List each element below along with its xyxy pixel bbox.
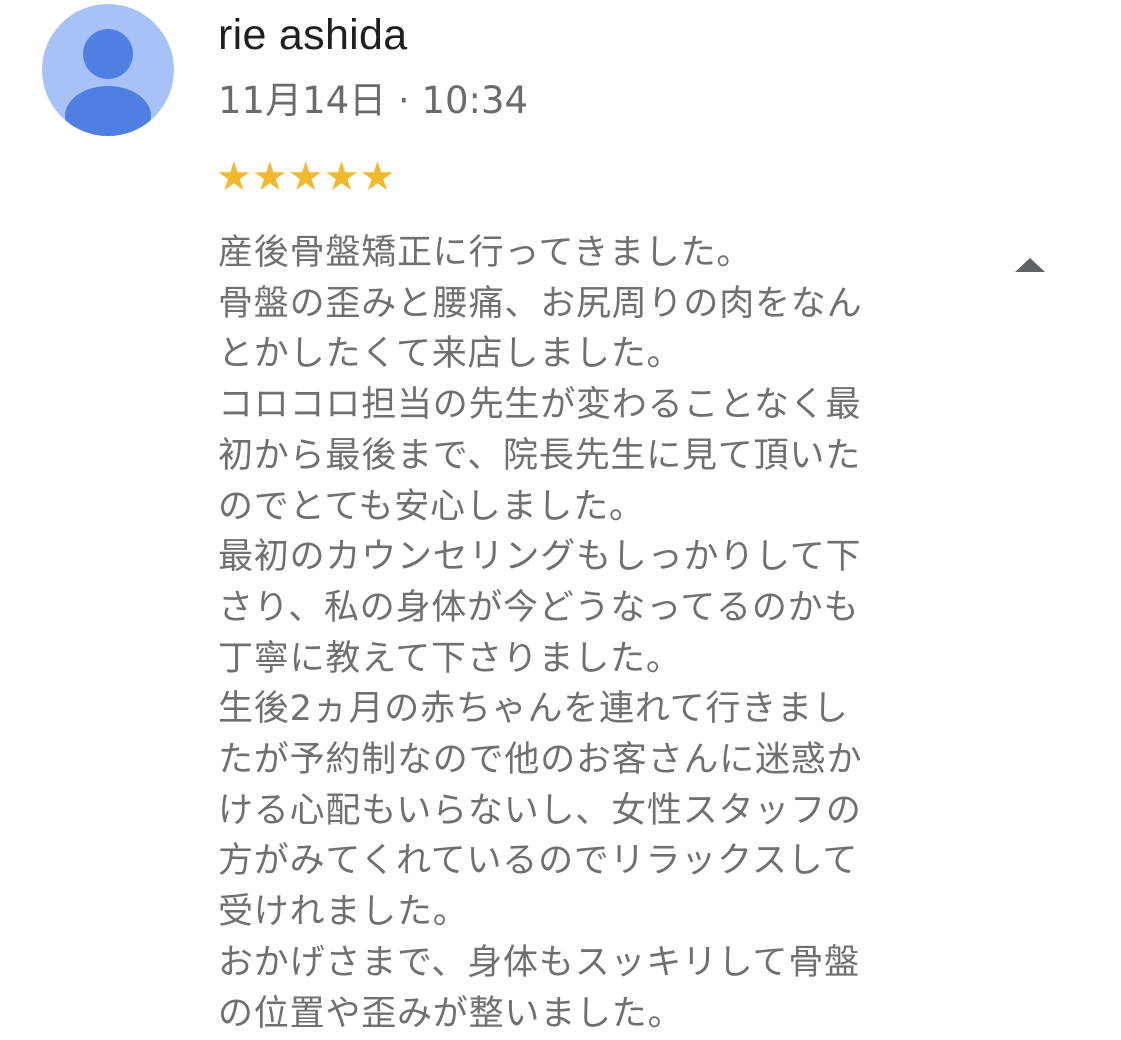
reviewer-avatar[interactable] [42, 4, 174, 136]
review-text-line: のでとても安心しました。 [218, 486, 645, 527]
star-icon: ★ [359, 154, 396, 200]
review-text-line: 骨盤の歪みと腰痛、お尻周りの肉をなん [218, 283, 863, 324]
review-text-line: 方がみてくれているのでリラックスして [218, 841, 859, 882]
review-text-line: さり、私の身体が今どうなってるのかも [218, 587, 860, 628]
review-date: 11月14日 · 10:34 [218, 79, 529, 122]
triangle-up-icon [1015, 258, 1045, 272]
star-rating: ★ ★ ★ ★ ★ [216, 152, 395, 202]
star-icon: ★ [251, 154, 288, 200]
default-person-avatar-icon [65, 29, 151, 136]
review-text-line: たが予約制なので他のお客さんに迷惑か [218, 740, 863, 781]
review-text-line: 産後骨盤矯正に行ってきました。 [218, 233, 753, 273]
reviewer-name[interactable]: rie ashida [218, 8, 407, 62]
review-text-line: 丁寧に教えて下さりました。 [218, 638, 682, 679]
review-text-line: コロコロ担当の先生が変わることなく最 [218, 385, 862, 426]
review-text-line: とかしたくて来店しました。 [218, 334, 683, 375]
review-text-line: 初から最後まで、院長先生に見て頂いた [218, 435, 862, 476]
star-icon: ★ [323, 154, 360, 200]
review-text-line: 生後2ヵ月の赤ちゃんを連れて行きまし [218, 689, 849, 730]
review-text-line: おかげさまで、身体もスッキリして骨盤 [218, 942, 860, 983]
star-icon: ★ [287, 154, 324, 200]
review-text-line: ける心配もいらないし、女性スタッフの [218, 790, 862, 831]
review-text-line: 最初のカウンセリングもしっかりして下 [218, 537, 862, 578]
review-text-line: の位置や歪みが整いました。 [218, 993, 684, 1034]
review-text-line: 受けれました。 [218, 892, 469, 933]
review-text: 産後骨盤矯正に行ってきました。 骨盤の歪みと腰痛、お尻周りの肉をなん とかしたく… [218, 228, 938, 1039]
collapse-review-button[interactable] [1010, 250, 1050, 280]
star-icon: ★ [216, 154, 252, 200]
